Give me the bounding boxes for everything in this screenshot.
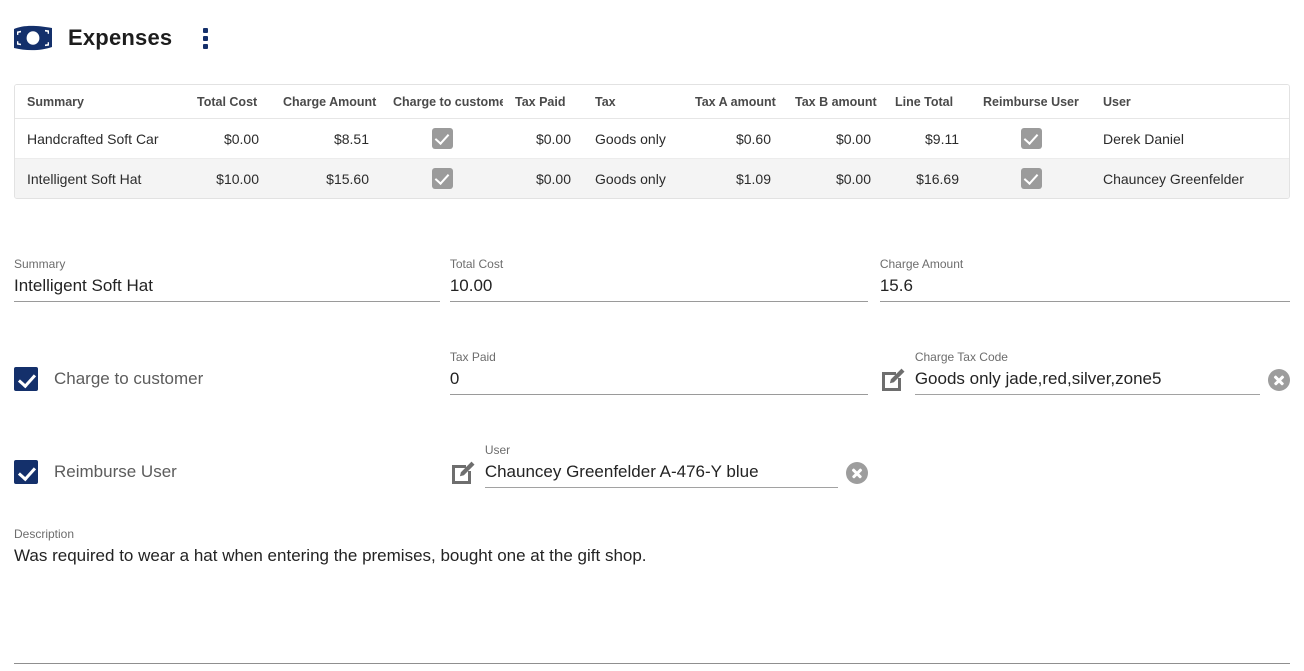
col-tax-paid[interactable]: Tax Paid: [503, 85, 583, 119]
charge-amount-label: Charge Amount: [879, 257, 964, 271]
page-title: Expenses: [68, 25, 173, 50]
col-summary[interactable]: Summary: [15, 85, 185, 119]
summary-input[interactable]: Intelligent Soft Hat: [14, 274, 440, 301]
col-total-cost[interactable]: Total Cost: [185, 85, 271, 119]
table-row[interactable]: Handcrafted Soft Car $0.00 $8.51 $0.00 G…: [15, 118, 1289, 159]
cell-tax-paid: $0.00: [503, 158, 583, 198]
col-reimburse-user[interactable]: Reimburse User: [971, 85, 1091, 119]
app-header: Expenses: [0, 0, 1304, 76]
summary-underline: [14, 301, 440, 302]
field-charge-amount: Charge Amount 15.6: [879, 257, 1290, 302]
checkbox-checked-readonly-icon: [431, 128, 453, 149]
cell-tax: Goods only: [583, 158, 683, 198]
description-label: Description: [14, 527, 75, 541]
cell-line-total: $9.11: [883, 118, 971, 159]
user-label: User: [484, 443, 511, 457]
form-row-4: Description Was required to wear a hat w…: [14, 527, 1290, 664]
cell-charge-amount: $15.60: [271, 158, 381, 198]
col-tax-b-amount[interactable]: Tax B amount: [783, 85, 883, 119]
field-charge-to-customer: Charge to customer: [14, 350, 440, 396]
cell-tax-b-amount: $0.00: [783, 118, 883, 159]
field-description: Description Was required to wear a hat w…: [14, 527, 1290, 664]
cell-charge-to-customer: [381, 158, 503, 198]
reimburse-user-label: Reimburse User: [54, 462, 177, 481]
tax-paid-input[interactable]: 0: [450, 367, 868, 394]
charge-amount-input[interactable]: 15.6: [880, 274, 1290, 301]
description-input[interactable]: Was required to wear a hat when entering…: [14, 544, 1290, 571]
tax-paid-label: Tax Paid: [449, 350, 496, 364]
form-row-1: Summary Intelligent Soft Hat Total Cost …: [14, 257, 1290, 302]
cell-charge-amount: $8.51: [271, 118, 381, 159]
cell-tax-b-amount: $0.00: [783, 158, 883, 198]
field-summary: Summary Intelligent Soft Hat: [14, 257, 440, 302]
charge-to-customer-checkbox[interactable]: [14, 367, 38, 391]
expenses-table: Summary Total Cost Charge Amount Charge …: [14, 84, 1290, 199]
charge-to-customer-label: Charge to customer: [54, 369, 204, 388]
col-user[interactable]: User: [1091, 85, 1289, 119]
cell-tax-a-amount: $0.60: [683, 118, 783, 159]
total-cost-underline: [449, 301, 868, 302]
summary-label: Summary: [14, 257, 66, 271]
banknote-icon: [12, 17, 54, 59]
charge-tax-code-clear-icon[interactable]: [1268, 369, 1290, 391]
cell-line-total: $16.69: [883, 158, 971, 198]
table-row[interactable]: Intelligent Soft Hat $10.00 $15.60 $0.00…: [15, 158, 1289, 198]
col-charge-to-customer[interactable]: Charge to customer: [381, 85, 503, 119]
kebab-dot: [202, 27, 208, 33]
description-underline: [14, 663, 1290, 664]
col-charge-amount[interactable]: Charge Amount: [271, 85, 381, 119]
table-header-row: Summary Total Cost Charge Amount Charge …: [15, 85, 1289, 119]
charge-amount-underline: [879, 301, 1290, 302]
cell-charge-to-customer: [381, 118, 503, 159]
charge-tax-code-underline: [914, 394, 1260, 395]
cell-summary: Intelligent Soft Hat: [15, 158, 185, 198]
edit-pencil-icon[interactable]: [880, 367, 906, 393]
expense-detail-form: Summary Intelligent Soft Hat Total Cost …: [0, 257, 1304, 664]
form-row-2: Charge to customer Tax Paid 0 Charge Tax…: [14, 350, 1290, 396]
tax-paid-underline: [449, 394, 868, 395]
checkbox-checked-readonly-icon: [1020, 128, 1042, 149]
col-tax-a-amount[interactable]: Tax A amount: [683, 85, 783, 119]
cell-user: Chauncey Greenfelder: [1091, 158, 1289, 198]
checkbox-checked-readonly-icon: [1020, 168, 1042, 189]
charge-tax-code-input[interactable]: Goods only jade,red,silver,zone5: [915, 367, 1260, 394]
checkbox-checked-readonly-icon: [431, 168, 453, 189]
cell-reimburse-user: [971, 158, 1091, 198]
field-charge-tax-code: Charge Tax Code Goods only jade,red,silv…: [880, 350, 1290, 395]
kebab-menu-icon[interactable]: [194, 24, 216, 52]
field-total-cost: Total Cost 10.00: [449, 257, 868, 302]
edit-pencil-icon[interactable]: [450, 460, 476, 486]
user-underline: [484, 487, 838, 488]
field-reimburse-user: Reimburse User: [14, 443, 440, 489]
cell-tax: Goods only: [583, 118, 683, 159]
cell-summary: Handcrafted Soft Car: [15, 118, 185, 159]
total-cost-input[interactable]: 10.00: [450, 274, 868, 301]
kebab-dot: [202, 43, 208, 49]
cell-reimburse-user: [971, 118, 1091, 159]
field-tax-paid: Tax Paid 0: [449, 350, 868, 395]
user-clear-icon[interactable]: [845, 462, 868, 484]
total-cost-label: Total Cost: [449, 257, 504, 271]
kebab-dot: [202, 35, 208, 41]
cell-total-cost: $0.00: [185, 118, 271, 159]
cell-user: Derek Daniel: [1091, 118, 1289, 159]
cell-tax-a-amount: $1.09: [683, 158, 783, 198]
form-row-3: Reimburse User User Chauncey Greenfelder…: [14, 443, 1290, 489]
cell-total-cost: $10.00: [185, 158, 271, 198]
col-tax[interactable]: Tax: [583, 85, 683, 119]
charge-tax-code-label: Charge Tax Code: [914, 350, 1008, 364]
cell-tax-paid: $0.00: [503, 118, 583, 159]
reimburse-user-checkbox[interactable]: [14, 460, 38, 484]
user-input[interactable]: Chauncey Greenfelder A-476-Y blue: [485, 460, 838, 487]
col-line-total[interactable]: Line Total: [883, 85, 971, 119]
field-user: User Chauncey Greenfelder A-476-Y blue: [450, 443, 868, 488]
